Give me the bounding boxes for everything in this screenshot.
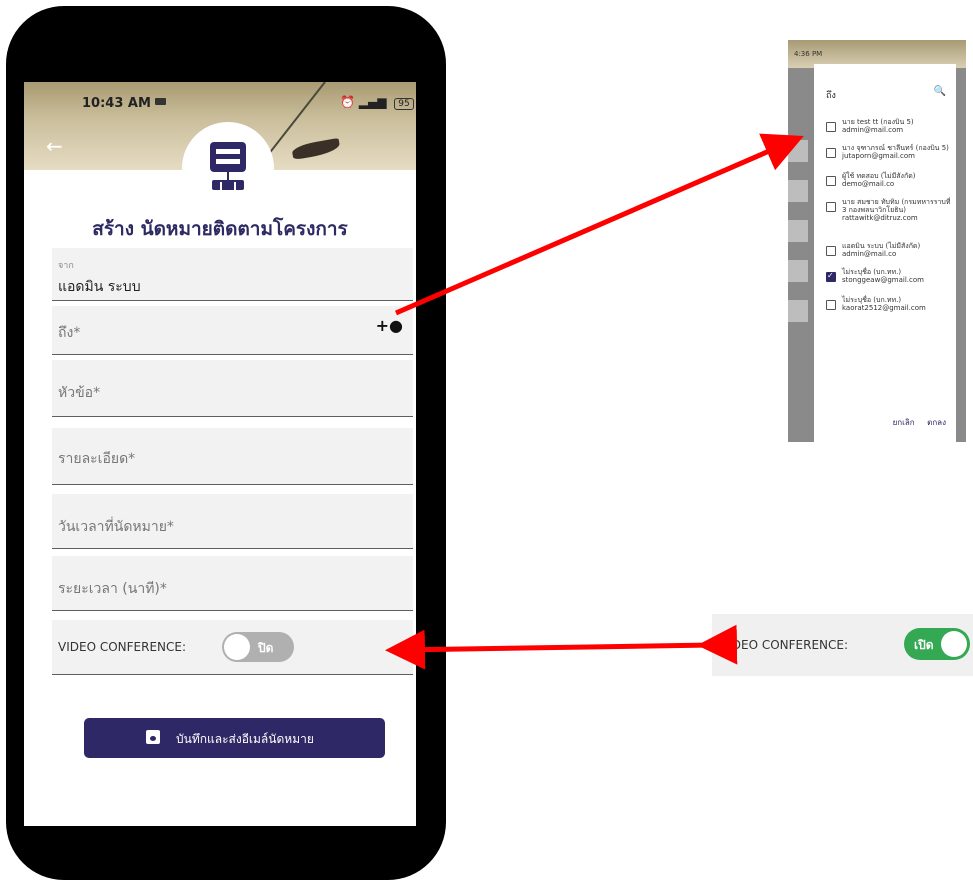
annotation-arrows xyxy=(385,133,804,670)
arrow-to-toggle xyxy=(385,624,738,670)
arrow-to-dialog xyxy=(395,133,804,316)
